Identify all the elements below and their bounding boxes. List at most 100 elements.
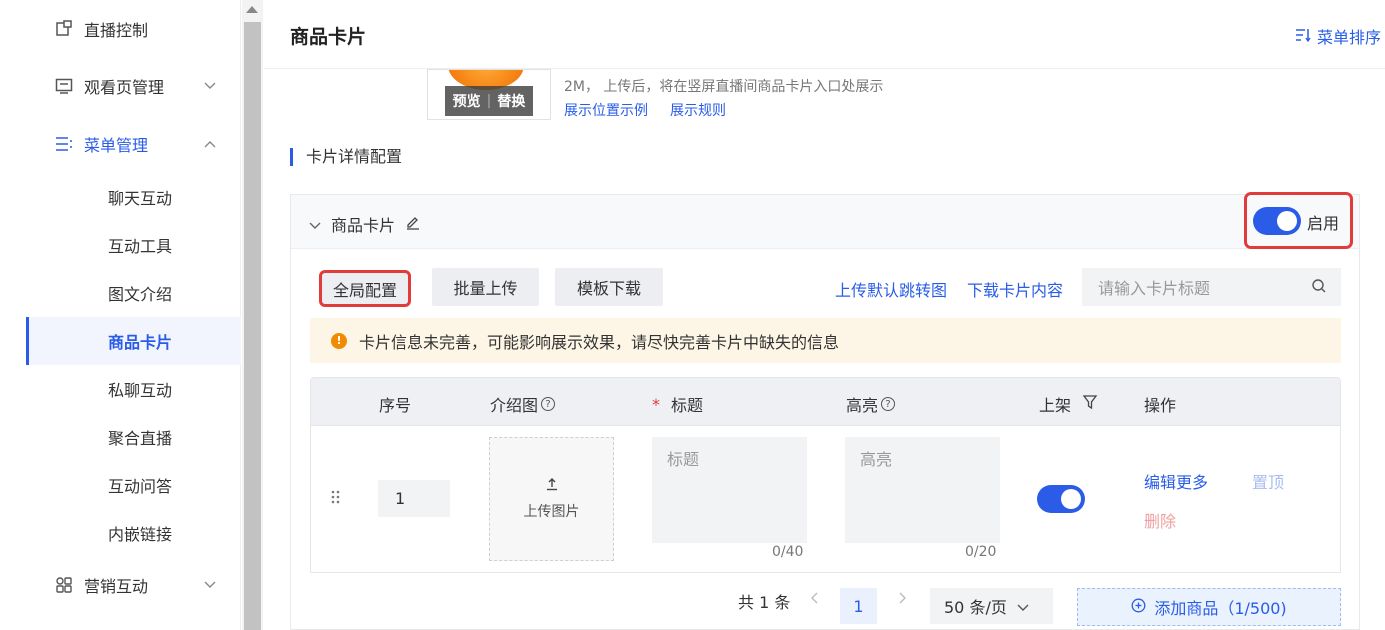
cover-links: 展示位置示例 展示规则 xyxy=(564,100,726,120)
upload-default-jump-link[interactable]: 上传默认跳转图 xyxy=(835,277,947,301)
highlight-textarea[interactable]: 高亮 xyxy=(845,437,1000,543)
title-placeholder: 标题 xyxy=(667,450,700,469)
column-header-seq: 序号 xyxy=(379,396,412,415)
live-control-icon xyxy=(54,19,74,39)
sort-icon xyxy=(1295,27,1311,46)
panel-title: 商品卡片 xyxy=(331,216,396,235)
add-product-button[interactable]: 添加商品（1/500) xyxy=(1077,588,1341,626)
sidebar-subitem-graphic-intro[interactable]: 图文介绍 xyxy=(26,269,241,317)
drag-handle-icon[interactable] xyxy=(331,490,341,504)
global-config-button[interactable]: 全局配置 xyxy=(319,270,411,307)
chevron-down-icon[interactable] xyxy=(309,215,321,234)
sidebar-subitem-label: 互动问答 xyxy=(108,477,173,496)
page-size-select[interactable]: 50 条/页 xyxy=(930,588,1053,624)
pagination-total-suffix: 条 xyxy=(774,593,791,612)
monitor-icon xyxy=(54,76,74,96)
sidebar-subitem-interactive-tools[interactable]: 互动工具 xyxy=(26,221,241,269)
column-header-label: 高亮 xyxy=(846,396,879,415)
menu-sort-button[interactable]: 菜单排序 xyxy=(1295,24,1381,48)
on-shelf-switch[interactable] xyxy=(1037,485,1085,513)
sidebar-item-label: 直播控制 xyxy=(84,21,149,40)
column-header-intro-image: 介绍图 ? xyxy=(490,392,556,416)
scroll-up-arrow-icon[interactable] xyxy=(246,6,258,13)
required-mark: * xyxy=(652,394,660,414)
page-title: 商品卡片 xyxy=(290,26,367,48)
highlight-placeholder: 高亮 xyxy=(860,450,893,469)
pagination-total-count: 1 xyxy=(759,593,770,612)
panel-header: 商品卡片 启用 xyxy=(291,192,1359,249)
title-textarea[interactable]: 标题 xyxy=(652,437,807,543)
enable-switch[interactable] xyxy=(1253,207,1301,235)
divider: | xyxy=(486,93,492,109)
sidebar-subitem-label: 互动工具 xyxy=(108,237,173,256)
table-header: 序号 介绍图 ? * 标题 高亮 ? 上架 操作 xyxy=(310,377,1341,426)
card-title-search-input[interactable]: 请输入卡片标题 xyxy=(1082,268,1341,306)
column-header-on-shelf: 上架 xyxy=(1039,392,1098,416)
filter-icon[interactable] xyxy=(1082,394,1098,414)
menu-list-icon xyxy=(54,134,74,154)
table-row: 1 上传图片 标题 0/40 高亮 0/20 编辑更多 置顶 删除 xyxy=(310,426,1341,573)
cover-image-actions: 预览 | 替换 xyxy=(445,86,533,116)
sidebar-subitem-embedded-link[interactable]: 内嵌链接 xyxy=(26,509,241,557)
add-product-label: 添加商品（1/500) xyxy=(1154,599,1287,618)
sidebar-subitem-label: 聚合直播 xyxy=(108,429,173,448)
column-header-label: 上架 xyxy=(1039,396,1072,415)
template-download-button[interactable]: 模板下载 xyxy=(555,268,663,306)
display-position-example-link[interactable]: 展示位置示例 xyxy=(564,100,648,120)
sidebar-item-live-control[interactable]: 直播控制 xyxy=(0,5,241,53)
pin-top-link[interactable]: 置顶 xyxy=(1252,469,1284,493)
page-size-value: 50 条/页 xyxy=(944,598,1007,617)
add-circle-icon xyxy=(1131,598,1146,617)
search-placeholder: 请输入卡片标题 xyxy=(1098,279,1211,298)
sidebar-subitem-label: 商品卡片 xyxy=(108,333,173,352)
sidebar-subitem-chat[interactable]: 聊天互动 xyxy=(26,173,241,221)
sidebar-subitem-product-card[interactable]: 商品卡片 xyxy=(26,317,241,365)
delete-link[interactable]: 删除 xyxy=(1144,508,1176,532)
help-icon[interactable]: ? xyxy=(541,397,556,411)
replace-button[interactable]: 替换 xyxy=(497,91,525,111)
sidebar-subitem-label: 聊天互动 xyxy=(108,189,173,208)
page-header: 商品卡片 菜单排序 xyxy=(264,0,1385,69)
sidebar-subitem-label: 私聊互动 xyxy=(108,381,173,400)
cover-image-thumbnail: 预览 | 替换 xyxy=(427,69,551,120)
chevron-down-icon xyxy=(1017,597,1029,616)
next-page-icon[interactable] xyxy=(898,589,906,608)
sidebar-subitem-label: 内嵌链接 xyxy=(108,525,173,544)
enable-label: 启用 xyxy=(1307,214,1340,233)
sidebar: 直播控制 观看页管理 菜单管理 聊天互动 互动工具 图文介绍 商品卡片 私聊互动… xyxy=(0,0,241,630)
upload-icon xyxy=(545,477,559,495)
column-header-highlight: 高亮 ? xyxy=(846,392,896,416)
sidebar-item-label: 营销互动 xyxy=(84,577,149,596)
enable-toggle-group: 启用 xyxy=(1244,192,1353,249)
seq-input[interactable]: 1 xyxy=(378,480,450,517)
search-icon[interactable] xyxy=(1311,278,1327,298)
edit-pencil-icon[interactable] xyxy=(405,214,421,234)
pagination-total: 共 1 条 xyxy=(738,589,790,613)
panel-title-group[interactable]: 商品卡片 xyxy=(309,212,421,236)
incomplete-info-warning: ! 卡片信息未完善，可能影响展示效果，请尽快完善卡片中缺失的信息 xyxy=(310,318,1341,363)
sidebar-subitem-label: 图文介绍 xyxy=(108,285,173,304)
page-number-current[interactable]: 1 xyxy=(840,588,877,624)
highlight-char-count: 0/20 xyxy=(965,544,997,560)
sidebar-item-marketing[interactable]: 营销互动 xyxy=(0,561,241,609)
display-rules-link[interactable]: 展示规则 xyxy=(670,100,726,120)
warning-icon: ! xyxy=(331,332,347,349)
sidebar-subitem-private-chat[interactable]: 私聊互动 xyxy=(26,365,241,413)
prev-page-icon[interactable] xyxy=(811,589,819,608)
title-char-count: 0/40 xyxy=(772,544,804,560)
sidebar-subitem-aggregate-live[interactable]: 聚合直播 xyxy=(26,413,241,461)
upload-image-label: 上传图片 xyxy=(523,504,580,520)
column-header-title: * 标题 xyxy=(652,392,703,416)
scrollbar-thumb[interactable] xyxy=(244,22,261,630)
preview-button[interactable]: 预览 xyxy=(453,91,481,111)
sidebar-item-watch-page[interactable]: 观看页管理 xyxy=(0,62,241,110)
column-header-actions: 操作 xyxy=(1144,396,1177,415)
sidebar-subitem-qa[interactable]: 互动问答 xyxy=(26,461,241,509)
download-card-content-link[interactable]: 下载卡片内容 xyxy=(967,277,1063,301)
help-icon[interactable]: ? xyxy=(881,397,896,411)
upload-image-area[interactable]: 上传图片 xyxy=(489,437,614,561)
grid-icon xyxy=(54,575,74,595)
sidebar-item-menu-manage[interactable]: 菜单管理 xyxy=(0,120,241,168)
batch-upload-button[interactable]: 批量上传 xyxy=(432,268,539,306)
edit-more-link[interactable]: 编辑更多 xyxy=(1144,469,1208,493)
